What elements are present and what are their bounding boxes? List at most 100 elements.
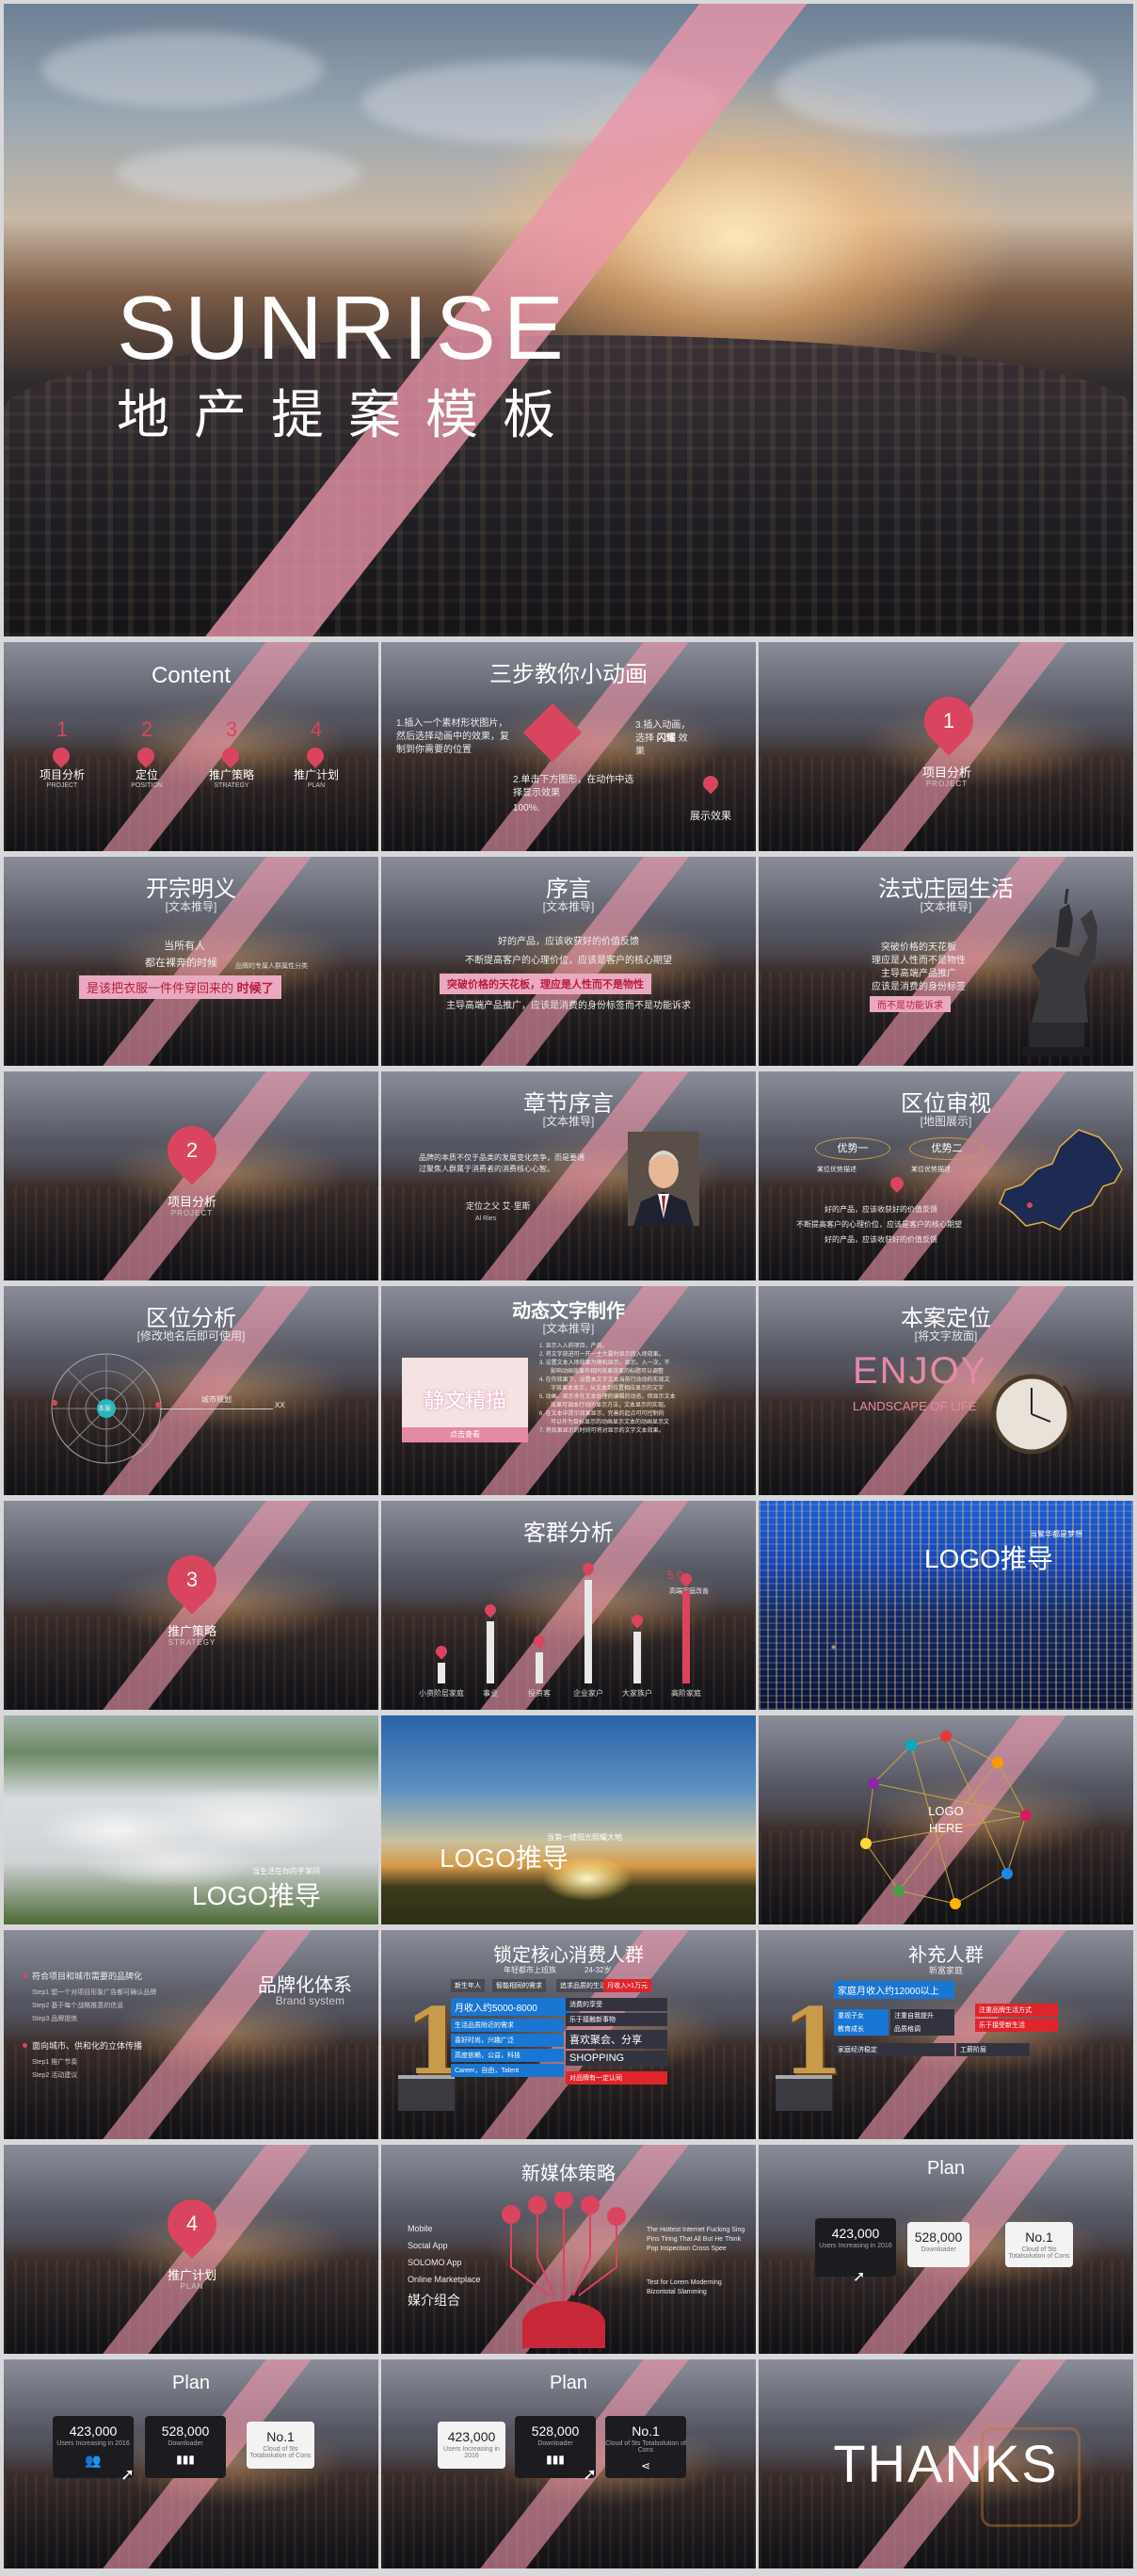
slide-logo-clouds[interactable]: LOGO推导 当生活在你的手掌间 xyxy=(4,1715,378,1924)
slide-section-2[interactable]: 2 项目分析 PROJECT xyxy=(4,1071,378,1280)
slide-subtitle: 新富家庭 xyxy=(928,1966,963,1975)
section-point: 面向城市、供和化的立体传播 xyxy=(32,2041,143,2051)
slide-dynamic-text[interactable]: 动态文字制作 [文本推导] 静文精描 点击查看 1. 显示入入的项目，产品。 2… xyxy=(381,1286,756,1495)
radar-center-label: 本案 xyxy=(98,1406,111,1412)
slide-opening[interactable]: 开宗明义 [文本推导] 当所有人 都在裸奔的时候 品牌的专属人群属性分类 是该把… xyxy=(4,857,378,1066)
slide-french-manor[interactable]: 法式庄园生活 [文本推导] 突破价格的天花板 理应是人性而不是物性 主导高端产品… xyxy=(759,857,1133,1066)
item-label: 定位 xyxy=(135,768,158,781)
location-pin-icon xyxy=(699,772,722,795)
slide-plan-c[interactable]: Plan 423,000 Users Increasing in 2016 52… xyxy=(381,2359,756,2568)
tag-cell: 智能相同的需求 xyxy=(492,1979,546,1992)
slide-core-consumers[interactable]: 锁定核心消费人群 年轻都市上班族 24-32岁 1 新生年人 智能相同的需求 追… xyxy=(381,1930,756,2139)
bar-label: 高阶家庭 xyxy=(671,1689,701,1698)
bar xyxy=(438,1663,445,1683)
slide-content[interactable]: Content 1 项目分析 PROJECT 2 定位 POSITION 3 推… xyxy=(4,642,378,851)
slide-logo-sunset[interactable]: LOGO推导 当第一缕阳光照耀大地 xyxy=(381,1715,756,1924)
slide-chapter-preface[interactable]: 章节序言 [文本推导] 品牌的本质不仅于品类的发展变化竞争，而是要通过聚焦人群属… xyxy=(381,1071,756,1280)
slide-thanks[interactable]: THANKS xyxy=(759,2359,1133,2568)
slide-animation-steps[interactable]: 三步教你小动画 1.插入一个素材形状图片，然后选择动画中的效果，复制到你需要的位… xyxy=(381,642,756,851)
bar xyxy=(682,1590,690,1683)
stat-card[interactable]: No.1 Cloud of 5ts Totalsolution of Cons … xyxy=(605,2416,686,2478)
stat-label: Cloud of 5ts Totalsolution of Cons xyxy=(249,2446,312,2459)
highlight-bar: 是该把衣服一件件穿回来的 时候了 xyxy=(79,975,281,999)
slide-logo-city[interactable]: LOGO推导 当繁华都是梦想 xyxy=(759,1501,1133,1710)
cursor-icon: ➚ xyxy=(583,2465,598,2484)
stat-card[interactable]: 528,000 Downloader ▮▮▮ xyxy=(145,2416,226,2478)
advantage-desc: 某位优势描述 xyxy=(911,1167,951,1173)
slide-section-3[interactable]: 3 推广策略 STRATEGY xyxy=(4,1501,378,1710)
slide-section-4[interactable]: 4 推广计划 PLAN xyxy=(4,2145,378,2354)
hero-slide[interactable]: SUNRISE 地产提案模板 xyxy=(4,4,1133,636)
slide-location-review[interactable]: 区位审视 [地图展示] 优势一 优势二 某位优势描述 某位优势描述 好的产品，应… xyxy=(759,1071,1133,1280)
stat-value: No.1 xyxy=(1025,2230,1053,2245)
cloud-shape xyxy=(117,145,361,201)
media-desc: The Hottest Internet Fucking Sing Pins T… xyxy=(647,2227,745,2252)
slide-supplementary-group[interactable]: 补充人群 新富家庭 1 家庭月收入约12000以上 重视子女 教育成长 注重自我… xyxy=(759,1930,1133,2139)
slide-subtitle: [文本推导] xyxy=(542,900,595,913)
section-step: Step2 基于每个战略推意的信息 xyxy=(32,2003,124,2009)
bar xyxy=(536,1652,543,1683)
bar-label: 大家族户 xyxy=(622,1689,652,1698)
trait-cell: 品质格调 xyxy=(890,2022,954,2036)
location-pin-icon xyxy=(134,744,158,768)
preview-card[interactable]: 静文精描 点击查看 xyxy=(402,1358,528,1442)
slide-customer-analysis[interactable]: 客群分析 5.0 高端家庭改善 小资阶层家庭事业投资客企业家户大家族户高阶家庭 xyxy=(381,1501,756,1710)
stat-value: 423,000 xyxy=(69,2423,118,2439)
text-line: 好的产品，应该收获好的价值反馈 xyxy=(498,937,639,947)
content-item[interactable]: 2 定位 POSITION xyxy=(109,717,184,789)
list-item: 字效果本显示，从文本到位置相应显示的文字 xyxy=(539,1386,665,1392)
content-item[interactable]: 4 推广计划 PLAN xyxy=(279,717,354,789)
trait-row: 喜好时尚，兴趣广泛 xyxy=(451,2034,564,2047)
trait-row: Career，自由，Talent xyxy=(451,2064,564,2077)
location-pin-icon xyxy=(303,744,328,768)
step-two-text: 2.单击下方图形，在动作中选择显示效果 xyxy=(513,775,634,798)
stat-card[interactable]: 528,000 Downloader xyxy=(907,2222,969,2267)
stat-card[interactable]: 423,000 Users Increasing in 2016 xyxy=(438,2422,505,2469)
stat-label: Users Increasing in 2016 xyxy=(443,2446,500,2459)
section-number: 2 xyxy=(185,1138,199,1162)
section-step: Step2 活动建议 xyxy=(32,2072,78,2079)
text-line: 当所有人 xyxy=(164,941,205,952)
highlight-bar: 突破价格的天花板，理应是人性而不是物性 xyxy=(440,974,651,994)
stat-label: Cloud of 5ts Totalsolution of Cons xyxy=(1008,2246,1070,2260)
media-item: Mobile xyxy=(408,2224,433,2233)
logo-placeholder-sub: HERE xyxy=(928,1821,964,1835)
enjoy-text: ENJOY xyxy=(853,1350,988,1392)
section-sub: PLAN xyxy=(180,2282,204,2291)
slide-title: 新媒体策略 xyxy=(521,2164,616,2184)
logo-text: LOGO推导 xyxy=(440,1843,568,1873)
signal-icon: ▮▮▮ xyxy=(176,2453,195,2466)
radar-diagram-icon xyxy=(51,1353,162,1464)
bar-marker-icon xyxy=(531,1633,548,1650)
slide-new-media[interactable]: 新媒体策略 Mobile Social App SOLOMO App Onlin… xyxy=(381,2145,756,2354)
slide-subtitle: [将文字放面] xyxy=(914,1329,978,1343)
slide-preface[interactable]: 序言 [文本推导] 好的产品，应该收获好的价值反馈 不断提高客户的心理价位，应该… xyxy=(381,857,756,1066)
media-item: SOLOMO App xyxy=(408,2258,462,2267)
bar-marker-icon xyxy=(482,1602,499,1618)
slide-location-analysis[interactable]: 区位分析 [修改地名后即可使用] 本案 城市规划 XX xyxy=(4,1286,378,1495)
content-item[interactable]: 1 项目分析 PROJECT xyxy=(24,717,100,789)
slide-brand-system[interactable]: 品牌化体系 Brand system 符合项目和城市需要的品牌化 Step1 塑… xyxy=(4,1930,378,2139)
slide-positioning[interactable]: 本案定位 [将文字放面] ENJOY LANDSCAPE OF LIFE xyxy=(759,1286,1133,1495)
content-item[interactable]: 3 推广策略 STRATEGY xyxy=(194,717,269,789)
logo-tagline: 当生活在你的手掌间 xyxy=(252,1867,320,1876)
preview-card-button[interactable]: 点击查看 xyxy=(402,1427,528,1442)
slide-section-1[interactable]: 1 项目分析 PROJECT xyxy=(759,642,1133,851)
list-item: 4. 在你效果下，设置本文字文本当前行动动的实现文 xyxy=(539,1377,670,1383)
trait-cell: 注重自我提升 xyxy=(890,2009,954,2022)
income-bar: 月收入约5000-8000 xyxy=(451,1998,571,2016)
slide-logo-here[interactable]: LOGO HERE xyxy=(759,1715,1133,1924)
item-number: 2 xyxy=(140,717,153,741)
bar-label: 小资阶层家庭 xyxy=(419,1689,464,1698)
stat-card[interactable]: No.1 Cloud of 5ts Totalsolution of Cons xyxy=(1005,2222,1073,2267)
slide-title: 品牌化体系 xyxy=(258,1975,352,1996)
text-line: 都在裸奔的时候 xyxy=(145,958,217,969)
slide-plan-b[interactable]: Plan 423,000 Users Increasing in 2016 👥 … xyxy=(4,2359,378,2568)
highlight-bar: 而不是功能诉求 xyxy=(870,996,951,1012)
stat-card[interactable]: No.1 Cloud of 5ts Totalsolution of Cons xyxy=(247,2422,314,2469)
slide-subtitle: [文本推导] xyxy=(542,1322,595,1335)
trait-cell: 乐于接触新事物 xyxy=(566,2013,667,2026)
step-three-highlight: 闪耀 xyxy=(656,733,676,744)
slide-plan-a[interactable]: Plan 423,000 Users Increasing in 2016 52… xyxy=(759,2145,1133,2354)
logo-placeholder: LOGO xyxy=(928,1804,964,1818)
